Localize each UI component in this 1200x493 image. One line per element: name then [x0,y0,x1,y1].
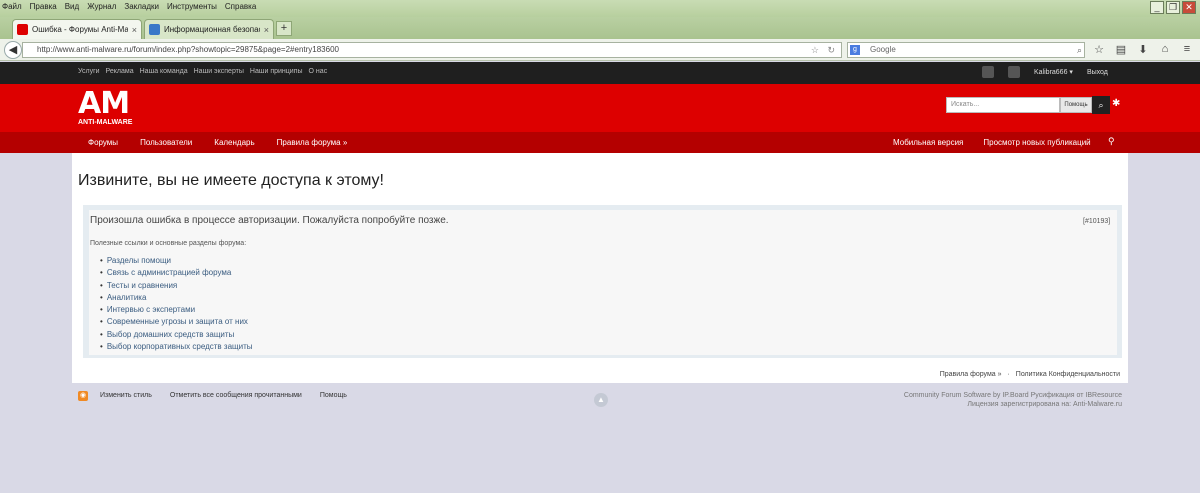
antimalware-favicon-icon [17,24,28,35]
toplink-principles[interactable]: Наши принципы [250,68,303,75]
help-link[interactable]: Современные угрозы и защита от них [100,316,252,328]
browser-menubar: Файл Правка Вид Журнал Закладки Инструме… [2,2,256,11]
browser-navbar: ◀ http://www.anti-malware.ru/forum/index… [0,39,1200,61]
downloads-icon[interactable]: ⬇ [1136,43,1150,56]
search-submit-icon[interactable]: ⌕ [1092,96,1110,114]
help-link[interactable]: Интервью с экспертами [100,304,252,316]
minimize-button[interactable]: _ [1150,1,1164,14]
footer-rules-link[interactable]: Правила форума » [940,371,1002,378]
mark-all-read-link[interactable]: Отметить все сообщения прочитанными [170,392,302,399]
help-link-footer[interactable]: Помощь [320,392,347,399]
google-icon: g [850,45,860,55]
tab-title: Ошибка - Форумы Anti-Malw... [32,25,128,34]
nav-calendar[interactable]: Календарь [214,138,254,147]
bookmark-star-icon[interactable]: ☆ [811,43,819,57]
username-menu[interactable]: Kalibra666 ▾ [1034,68,1073,76]
help-link[interactable]: Аналитика [100,292,252,304]
bookmark-icon[interactable]: ☆ [1092,43,1106,56]
nav-rules[interactable]: Правила форума » [277,138,348,147]
menu-file[interactable]: Файл [2,2,22,11]
site-logo[interactable]: AM ANTI-MALWARE [78,86,152,128]
help-link[interactable]: Разделы помощи [100,255,252,267]
tab-strip: Ошибка - Форумы Anti-Malw... × Информаци… [0,17,1200,39]
logo-text: ANTI-MALWARE [78,119,133,126]
search-settings-icon[interactable]: ✱ [1112,98,1120,109]
nav-users[interactable]: Пользователи [140,138,192,147]
browser-toolbar: ☆ ▤ ⬇ ⌂ ≡ [1092,43,1194,56]
help-links: Разделы помощи Связь с администрацией фо… [100,255,253,353]
messages-icon[interactable] [982,66,994,78]
nav-forums[interactable]: Форумы [88,138,118,147]
close-window-button[interactable]: ✕ [1182,1,1196,14]
forum-search-input[interactable]: Искать... [946,97,1060,113]
toplink-ads[interactable]: Реклама [106,68,134,75]
reload-icon[interactable]: ↻ [827,43,835,57]
search-placeholder: Google [870,45,896,54]
back-button[interactable]: ◀ [4,41,22,59]
tab-title: Информационная безопасно... [164,25,260,34]
scroll-to-top-icon[interactable]: ▲ [594,393,608,407]
change-style-link[interactable]: Изменить стиль [100,392,152,399]
menu-icon[interactable]: ≡ [1180,43,1194,56]
infosec-favicon-icon [149,24,160,35]
footer-separator: · [1007,371,1010,378]
tab-error-forum[interactable]: Ошибка - Форумы Anti-Malw... × [12,19,142,39]
credits-line: Лицензия зарегистрирована на: Anti-Malwa… [967,401,1122,408]
credits: Community Forum Software by IP.Board Рус… [904,391,1122,409]
user-panel: Kalibra666 ▾ Выход [982,66,1108,78]
nav-mobile-version[interactable]: Мобильная версия [893,138,963,147]
bottom-links: Изменить стиль Отметить все сообщения пр… [100,392,347,399]
help-title: Полезные ссылки и основные разделы форум… [90,240,247,247]
toplink-team[interactable]: Наша команда [140,68,188,75]
main-nav: Форумы Пользователи Календарь Правила фо… [0,132,1200,153]
browser-search-field[interactable]: g Google ⌕ [847,42,1085,58]
close-tab-icon[interactable]: × [132,25,137,35]
page-title: Извините, вы не имеете доступа к этому! [78,172,384,189]
logout-link[interactable]: Выход [1087,69,1108,76]
error-code: [#10193] [1083,218,1111,225]
menu-help[interactable]: Справка [225,2,256,11]
close-tab-icon[interactable]: × [264,25,269,35]
toplink-services[interactable]: Услуги [78,68,100,75]
window-controls: _ ❐ ✕ [1150,1,1196,14]
location-pin-icon[interactable]: ⚲ [1108,136,1115,147]
search-icon[interactable]: ⌕ [1077,43,1082,57]
footer-privacy-link[interactable]: Политика Конфиденциальности [1016,371,1120,378]
site-topbar: Услуги Реклама Наша команда Наши эксперт… [0,62,1200,84]
nav-left: Форумы Пользователи Календарь Правила фо… [88,138,347,147]
error-message: Произошла ошибка в процессе авторизации.… [90,215,449,226]
rss-icon[interactable]: ◉ [78,391,88,401]
footer-links: Правила форума » · Политика Конфиденциал… [936,371,1120,378]
menu-history[interactable]: Журнал [87,2,116,11]
menu-bookmarks[interactable]: Закладки [124,2,159,11]
logo-mark: AM [78,86,130,121]
search-scope-button[interactable]: Помощь [1060,97,1092,113]
top-links: Услуги Реклама Наша команда Наши эксперт… [78,68,327,75]
bookmarks-menu-icon[interactable]: ▤ [1114,43,1128,56]
help-link[interactable]: Выбор корпоративных средств защиты [100,341,253,353]
site-header: AM ANTI-MALWARE Искать... Помощь ⌕ ✱ [0,84,1200,132]
toplink-about[interactable]: О нас [309,68,328,75]
menu-edit[interactable]: Правка [30,2,57,11]
toplink-experts[interactable]: Наши эксперты [194,68,244,75]
bottom-bar: ◉ Изменить стиль Отметить все сообщения … [78,390,1122,416]
credits-line[interactable]: Community Forum Software by IP.Board Рус… [904,391,1122,400]
help-link[interactable]: Связь с администрацией форума [100,267,252,279]
tab-infosec[interactable]: Информационная безопасно... × [144,19,274,39]
menu-tools[interactable]: Инструменты [167,2,217,11]
nav-new-posts[interactable]: Просмотр новых публикаций [983,138,1090,147]
home-icon[interactable]: ⌂ [1158,43,1172,56]
menu-view[interactable]: Вид [65,2,79,11]
help-link[interactable]: Выбор домашних средств защиты [100,329,252,341]
maximize-button[interactable]: ❐ [1166,1,1180,14]
new-tab-button[interactable]: + [276,21,292,36]
nav-right: Мобильная версия Просмотр новых публикац… [893,138,1091,147]
url-bar[interactable]: http://www.anti-malware.ru/forum/index.p… [22,42,842,58]
notifications-icon[interactable] [1008,66,1020,78]
browser-titlebar: Файл Правка Вид Журнал Закладки Инструме… [0,0,1200,17]
url-text: http://www.anti-malware.ru/forum/index.p… [37,45,339,54]
help-link[interactable]: Тесты и сравнения [100,280,252,292]
